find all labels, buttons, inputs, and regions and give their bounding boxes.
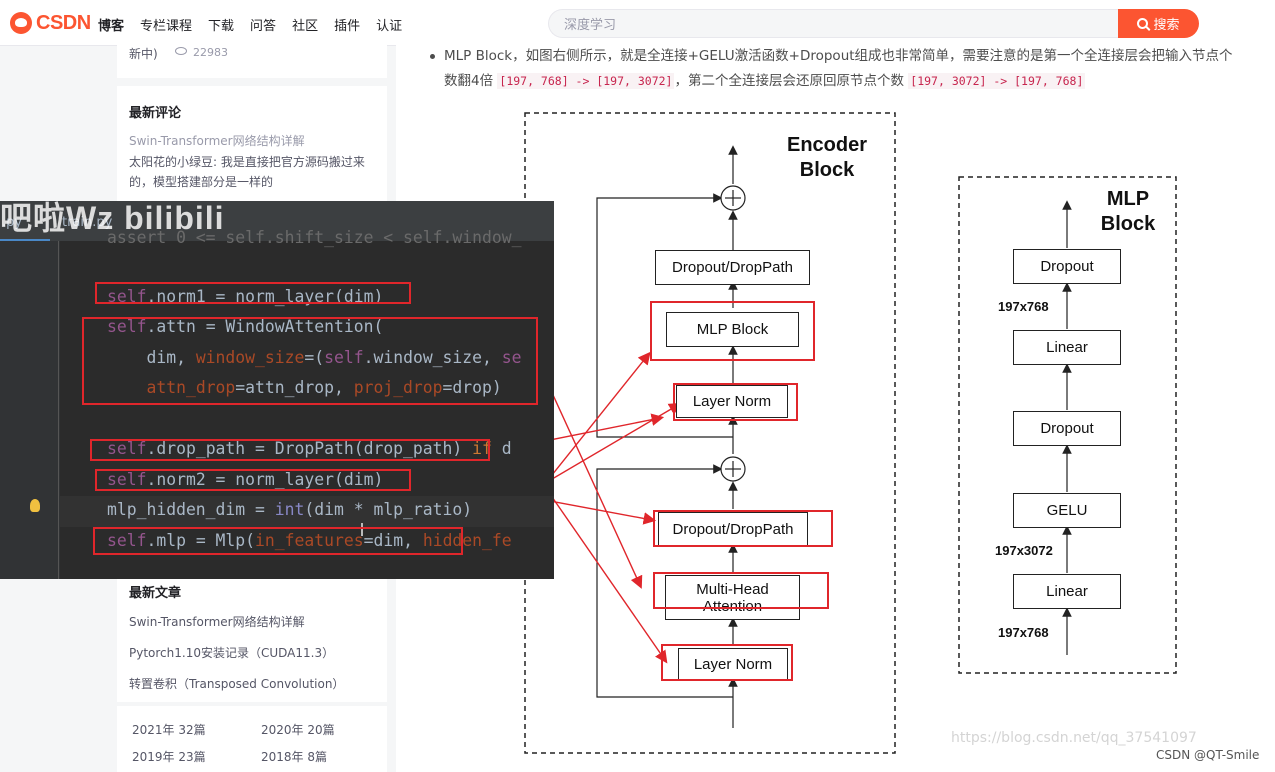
archive-card: 2021年 32篇 2020年 20篇 2019年 23篇 2018年 8篇 [117, 706, 387, 772]
mlp-dim-label: 197x768 [998, 625, 1049, 640]
mlp-linear-top: Linear [1013, 330, 1121, 365]
enc-dropout-droppath-top: Dropout/DropPath [655, 250, 810, 285]
mlp-paragraph: MLP Block，如图右侧所示，就是全连接+GELU激活函数+Dropout组… [444, 44, 1274, 94]
mlp-title-text: MLP Block [1100, 188, 1156, 235]
red-highlight-code-attn [82, 317, 538, 405]
para-line-1: MLP Block，如图右侧所示，就是全连接+GELU激活函数+Dropout组… [444, 48, 1233, 64]
latest-comments-card: 最新评论 Swin-Transformer网络结构详解 太阳花的小绿豆: 我是直… [117, 86, 387, 206]
code-line-mlp-hidden: mlp_hidden_dim = int(dim * mlp_ratio) [107, 500, 473, 519]
latest-comments-title: 最新评论 [129, 106, 182, 121]
search-input[interactable]: 深度学习 [548, 9, 1120, 38]
logo-text: CSDN [36, 11, 91, 34]
red-highlight-code-norm2 [95, 469, 411, 491]
nav-download[interactable]: 下载 [208, 15, 234, 34]
archive-item[interactable]: 2021年 32篇 [132, 721, 206, 738]
csdn-logo[interactable]: CSDN [10, 11, 91, 35]
red-highlight-attention [653, 572, 829, 609]
inline-code: [197, 3072] -> [197, 768] [908, 73, 1086, 89]
red-highlight-code-droppath [90, 439, 490, 461]
sidebar-top-card: 新中) 22983 [117, 38, 387, 78]
search-icon [1137, 18, 1149, 29]
url-watermark: https://blog.csdn.net/qq_37541097 [951, 730, 1197, 746]
encoder-title: Encoder Block [776, 133, 878, 183]
comment-article-link[interactable]: Swin-Transformer网络结构详解 [129, 132, 305, 149]
eye-icon [175, 47, 187, 55]
mlp-linear-bottom: Linear [1013, 574, 1121, 609]
red-highlight-code-mlp [93, 527, 463, 555]
code-line: assert 0 <= self.shift_size < self.windo… [107, 228, 522, 247]
mlp-title: MLP Block [1092, 187, 1164, 237]
nav-qa[interactable]: 问答 [250, 15, 276, 34]
archive-item[interactable]: 2019年 23篇 [132, 748, 206, 765]
line-gutter [0, 241, 60, 579]
red-highlight-code-norm1 [95, 282, 411, 304]
nav-courses[interactable]: 专栏课程 [140, 15, 192, 34]
article-link[interactable]: Swin-Transformer网络结构详解 [129, 613, 305, 630]
top-card-text: 新中) [129, 47, 158, 61]
mlp-dim-label: 197x3072 [995, 543, 1053, 558]
nav-plugin[interactable]: 插件 [334, 15, 360, 34]
main-nav: 博客 专栏课程 下载 问答 社区 插件 认证 [98, 15, 418, 34]
archive-item[interactable]: 2018年 8篇 [261, 748, 327, 765]
csdn-credit: CSDN @QT-Smile [1156, 748, 1260, 762]
mlp-dropout-bottom: Dropout [1013, 411, 1121, 446]
red-highlight-droppath [653, 510, 833, 547]
gutter-divider [58, 241, 59, 579]
nav-cert[interactable]: 认证 [376, 15, 402, 34]
red-highlight-mlp-block [650, 301, 815, 361]
lightbulb-icon[interactable] [30, 499, 40, 512]
logo-icon [10, 12, 32, 34]
comment-text: 太阳花的小绿豆: 我是直接把官方源码搬过来的，模型搭建部分是一样的 [129, 155, 365, 189]
mlp-dropout-top: Dropout [1013, 249, 1121, 284]
search-button[interactable]: 搜索 [1118, 9, 1199, 38]
para-mid: ，第二个全连接层会还原回原节点个数 [674, 73, 904, 89]
search-button-label: 搜索 [1153, 18, 1180, 33]
view-count: 22983 [193, 46, 228, 59]
nav-blog[interactable]: 博客 [98, 15, 124, 34]
article-link[interactable]: 转置卷积（Transposed Convolution） [129, 675, 344, 692]
latest-articles-card: 最新文章 Swin-Transformer网络结构详解 Pytorch1.10安… [117, 570, 387, 702]
code-editor-overlay: .py train.py 吧啦Wz bilibili assert 0 <= s… [0, 201, 554, 579]
nav-community[interactable]: 社区 [292, 15, 318, 34]
bullet-icon [430, 54, 435, 59]
article-link[interactable]: Pytorch1.10安装记录（CUDA11.3） [129, 644, 334, 661]
para-line-2: 数翻4倍 [444, 73, 494, 89]
red-highlight-layer-norm-bottom [661, 644, 793, 681]
archive-item[interactable]: 2020年 20篇 [261, 721, 335, 738]
encoder-title-text: Encoder Block [786, 134, 868, 181]
red-highlight-layer-norm [673, 383, 798, 421]
inline-code: [197, 768] -> [197, 3072] [497, 73, 675, 89]
latest-articles-title: 最新文章 [129, 586, 182, 601]
mlp-dim-label: 197x768 [998, 299, 1049, 314]
mlp-gelu: GELU [1013, 493, 1121, 528]
